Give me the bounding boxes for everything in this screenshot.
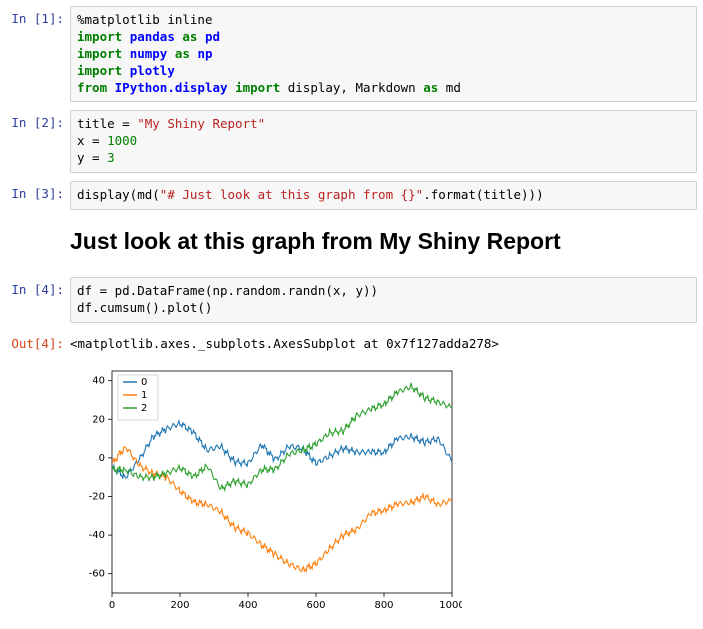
svg-text:20: 20 bbox=[92, 414, 105, 425]
svg-text:800: 800 bbox=[374, 600, 393, 611]
code-input[interactable]: title = "My Shiny Report" x = 1000 y = 3 bbox=[70, 110, 697, 173]
output-cell-4-text: Out[4]: <matplotlib.axes._subplots.AxesS… bbox=[6, 331, 697, 353]
output-repr: <matplotlib.axes._subplots.AxesSubplot a… bbox=[70, 331, 697, 353]
output-prompt-empty bbox=[6, 361, 70, 366]
svg-text:-40: -40 bbox=[89, 530, 105, 541]
svg-text:0: 0 bbox=[99, 452, 105, 463]
svg-text:0: 0 bbox=[141, 377, 147, 388]
code-input[interactable]: display(md("# Just look at this graph fr… bbox=[70, 181, 697, 210]
svg-text:0: 0 bbox=[109, 600, 115, 611]
input-prompt: In [2]: bbox=[6, 110, 70, 131]
svg-text:40: 40 bbox=[92, 375, 105, 386]
svg-text:600: 600 bbox=[306, 600, 325, 611]
code-cell-3: In [3]: display(md("# Just look at this … bbox=[6, 181, 697, 210]
svg-text:1000: 1000 bbox=[439, 600, 462, 611]
output-prompt-empty bbox=[6, 218, 70, 223]
code-cell-2: In [2]: title = "My Shiny Report" x = 10… bbox=[6, 110, 697, 173]
code-input[interactable]: %matplotlib inline import pandas as pd i… bbox=[70, 6, 697, 102]
svg-text:400: 400 bbox=[238, 600, 257, 611]
svg-text:200: 200 bbox=[170, 600, 189, 611]
code-cell-1: In [1]: %matplotlib inline import pandas… bbox=[6, 6, 697, 102]
svg-text:-60: -60 bbox=[89, 568, 105, 579]
markdown-heading: Just look at this graph from My Shiny Re… bbox=[70, 228, 697, 255]
input-prompt: In [4]: bbox=[6, 277, 70, 298]
code-cell-4: In [4]: df = pd.DataFrame(np.random.rand… bbox=[6, 277, 697, 323]
input-prompt: In [1]: bbox=[6, 6, 70, 27]
line-chart: -60-40-200204002004006008001000012 bbox=[70, 363, 462, 615]
output-cell-4-chart: -60-40-200204002004006008001000012 bbox=[6, 361, 697, 615]
svg-text:1: 1 bbox=[141, 390, 147, 401]
output-prompt: Out[4]: bbox=[6, 331, 70, 352]
input-prompt: In [3]: bbox=[6, 181, 70, 202]
markdown-output: Just look at this graph from My Shiny Re… bbox=[6, 218, 697, 269]
svg-text:-20: -20 bbox=[89, 491, 105, 502]
svg-text:2: 2 bbox=[141, 403, 147, 414]
code-input[interactable]: df = pd.DataFrame(np.random.randn(x, y))… bbox=[70, 277, 697, 323]
